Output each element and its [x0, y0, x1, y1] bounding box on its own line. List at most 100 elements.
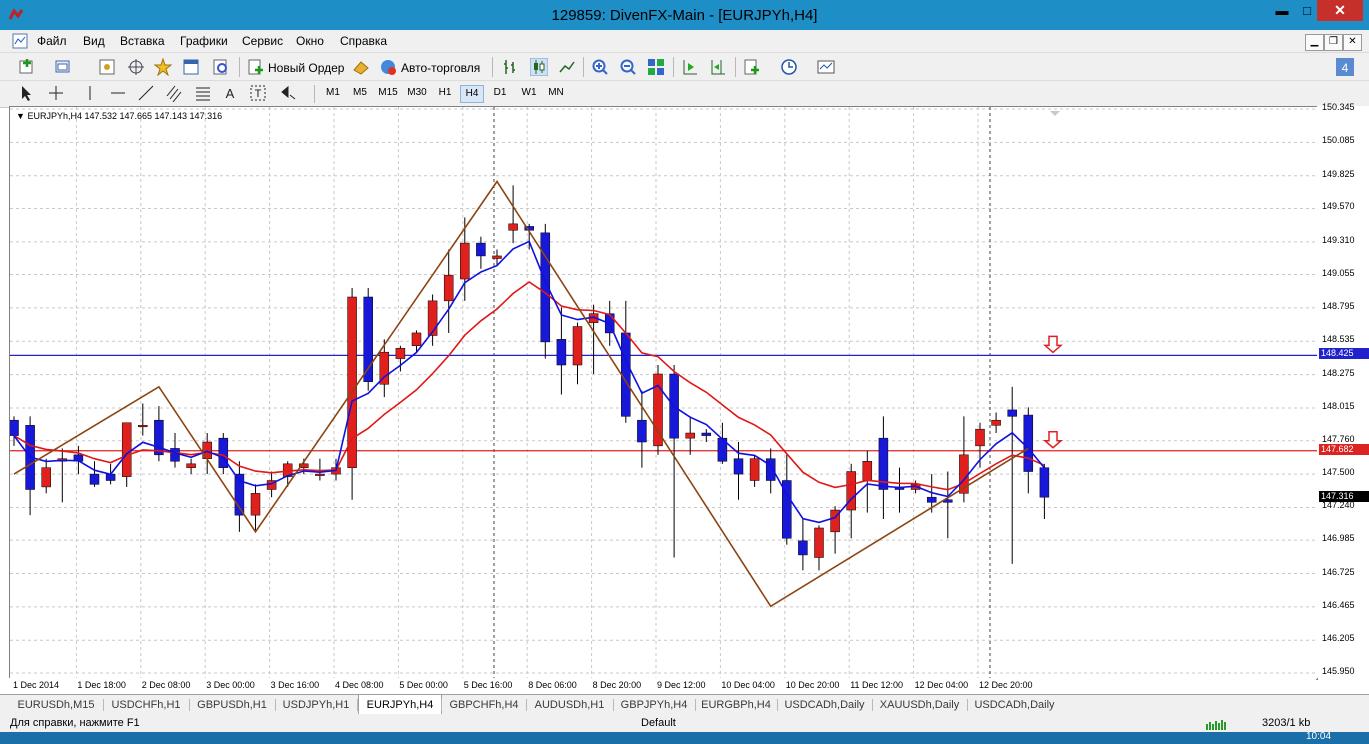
candle-body: [138, 425, 148, 428]
title-bar: 129859: DivenFX-Main - [EURJPYh,H4] ▬ □ …: [0, 0, 1369, 30]
price-tick-label: 149.570: [1322, 201, 1355, 212]
candle-body: [1007, 409, 1017, 417]
cursor-icon[interactable]: [18, 84, 36, 102]
zoom-out-icon[interactable]: [619, 58, 637, 76]
menu-insert[interactable]: Вставка: [120, 34, 165, 48]
timeframe-w1[interactable]: W1: [518, 85, 540, 101]
periods-icon[interactable]: [780, 58, 798, 76]
chart-tab[interactable]: GBPJPYh,H4: [614, 697, 694, 713]
timeframe-h4[interactable]: H4: [460, 85, 484, 103]
market-watch-icon[interactable]: [98, 58, 116, 76]
candle-body: [154, 419, 164, 456]
text-icon[interactable]: A: [221, 84, 239, 102]
tile-windows-icon[interactable]: [647, 58, 665, 76]
chart-tab[interactable]: XAUUSDh,Daily: [873, 697, 966, 713]
price-axis[interactable]: 150.345 150.085 149.825 149.570 149.310 149.0…: [1317, 102, 1369, 678]
candle-body: [347, 296, 357, 468]
candle-body: [926, 496, 937, 503]
close-button[interactable]: ✕: [1317, 0, 1363, 21]
menu-bar: Файл Вид Вставка Графики Сервис Окно Спр…: [0, 30, 1369, 52]
bar-chart-icon[interactable]: [502, 58, 520, 76]
chart-tab[interactable]: GBPUSDh,H1: [190, 697, 274, 713]
window-title: 129859: DivenFX-Main - [EURJPYh,H4]: [551, 7, 818, 24]
indicators-icon[interactable]: [743, 58, 761, 76]
terminal-icon[interactable]: [182, 58, 200, 76]
mailbox-icon[interactable]: 4: [1335, 57, 1355, 77]
chart-area[interactable]: [9, 106, 1318, 680]
candle-body: [556, 339, 567, 366]
chart-tab[interactable]: AUDUSDh,H1: [527, 697, 612, 713]
new-order-icon[interactable]: [247, 58, 265, 76]
crosshair-icon[interactable]: [47, 84, 65, 102]
chart-tab[interactable]: USDCADh,Daily: [778, 697, 871, 713]
trendline-icon[interactable]: [137, 84, 155, 102]
timeframe-d1[interactable]: D1: [490, 85, 510, 101]
red-line-price-label: 147.682: [1319, 443, 1369, 455]
strategy-tester-icon[interactable]: [212, 58, 230, 76]
timeframe-mn[interactable]: MN: [545, 85, 567, 101]
price-chart[interactable]: [10, 107, 1317, 679]
mdi-close-button[interactable]: ✕: [1343, 34, 1362, 51]
chart-tab[interactable]: EURUSDh,M15: [10, 697, 102, 713]
chart-tab[interactable]: GBPCHFh,H4: [443, 697, 525, 713]
menu-window[interactable]: Окно: [296, 34, 324, 48]
metaeditor-icon[interactable]: [352, 58, 370, 76]
equidistant-channel-icon[interactable]: [165, 84, 183, 102]
chart-tab[interactable]: EURJPYh,H4: [358, 695, 442, 715]
vertical-line-icon[interactable]: [81, 84, 99, 102]
horizontal-line-icon[interactable]: [109, 84, 127, 102]
candle-body: [1023, 414, 1034, 472]
chart-menu-triangle-icon[interactable]: ▼: [16, 111, 25, 121]
time-tick-label: 3 Dec 16:00: [270, 680, 320, 690]
candle-body: [443, 274, 454, 302]
toolbar-separator: [314, 85, 315, 103]
fibonacci-icon[interactable]: [194, 84, 212, 102]
current-price-label: 147.316: [1319, 490, 1369, 502]
mdi-restore-button[interactable]: ❐: [1324, 34, 1343, 51]
candlestick-chart-icon[interactable]: [530, 58, 548, 76]
navigator-icon[interactable]: [154, 58, 172, 76]
chart-tab[interactable]: EURGBPh,H4: [696, 697, 776, 713]
timeframe-h1[interactable]: H1: [435, 85, 455, 101]
menu-file[interactable]: Файл: [37, 34, 67, 48]
price-tick-label: 149.825: [1322, 168, 1355, 179]
menu-help[interactable]: Справка: [340, 34, 387, 48]
arrows-icon[interactable]: [279, 84, 297, 102]
chart-shift-icon[interactable]: [709, 58, 727, 76]
auto-scroll-icon[interactable]: [681, 58, 699, 76]
chart-window-icon[interactable]: [12, 33, 28, 49]
new-order-button[interactable]: Новый Ордер: [268, 58, 344, 78]
os-taskbar: 10:04: [0, 731, 1369, 744]
new-chart-icon[interactable]: [18, 58, 36, 76]
auto-trading-icon[interactable]: [379, 58, 397, 76]
data-window-icon[interactable]: [127, 58, 145, 76]
menu-tools[interactable]: Сервис: [242, 34, 283, 48]
timeframe-m15[interactable]: M15: [376, 85, 400, 101]
candle-body: [701, 432, 712, 436]
zoom-in-icon[interactable]: [591, 58, 609, 76]
profiles-icon[interactable]: [54, 58, 72, 76]
mdi-minimize-button[interactable]: ▁: [1305, 34, 1324, 51]
status-help-text: Для справки, нажмите F1: [10, 717, 140, 729]
auto-trading-button[interactable]: Авто-торговля: [401, 58, 480, 78]
line-chart-icon[interactable]: [558, 58, 576, 76]
price-tick-label: 148.015: [1322, 401, 1355, 411]
timeframe-m5[interactable]: M5: [350, 85, 370, 101]
svg-text:4: 4: [1342, 61, 1349, 75]
candle-body: [186, 463, 196, 468]
chart-tab[interactable]: USDCADh,Daily: [968, 697, 1061, 713]
time-axis[interactable]: 1 Dec 2014 1 Dec 18:00 2 Dec 08:00 3 Dec 00…: [9, 678, 1316, 694]
menu-view[interactable]: Вид: [83, 34, 105, 48]
chart-tab[interactable]: USDCHFh,H1: [104, 697, 188, 713]
candle-body: [572, 326, 583, 366]
taskbar-clock: 10:04: [1306, 731, 1332, 742]
timeframe-m1[interactable]: M1: [323, 85, 343, 101]
menu-charts[interactable]: Графики: [180, 34, 228, 48]
chart-tab[interactable]: USDJPYh,H1: [276, 697, 356, 713]
templates-icon[interactable]: [817, 58, 835, 76]
timeframe-m30[interactable]: M30: [404, 85, 430, 101]
status-traffic: 3203/1 kb: [1262, 717, 1311, 729]
status-bar: Для справки, нажмите F1 Default 3203/1 k…: [0, 714, 1369, 732]
text-label-icon[interactable]: T: [249, 84, 267, 102]
price-tick-label: 146.725: [1322, 566, 1355, 577]
